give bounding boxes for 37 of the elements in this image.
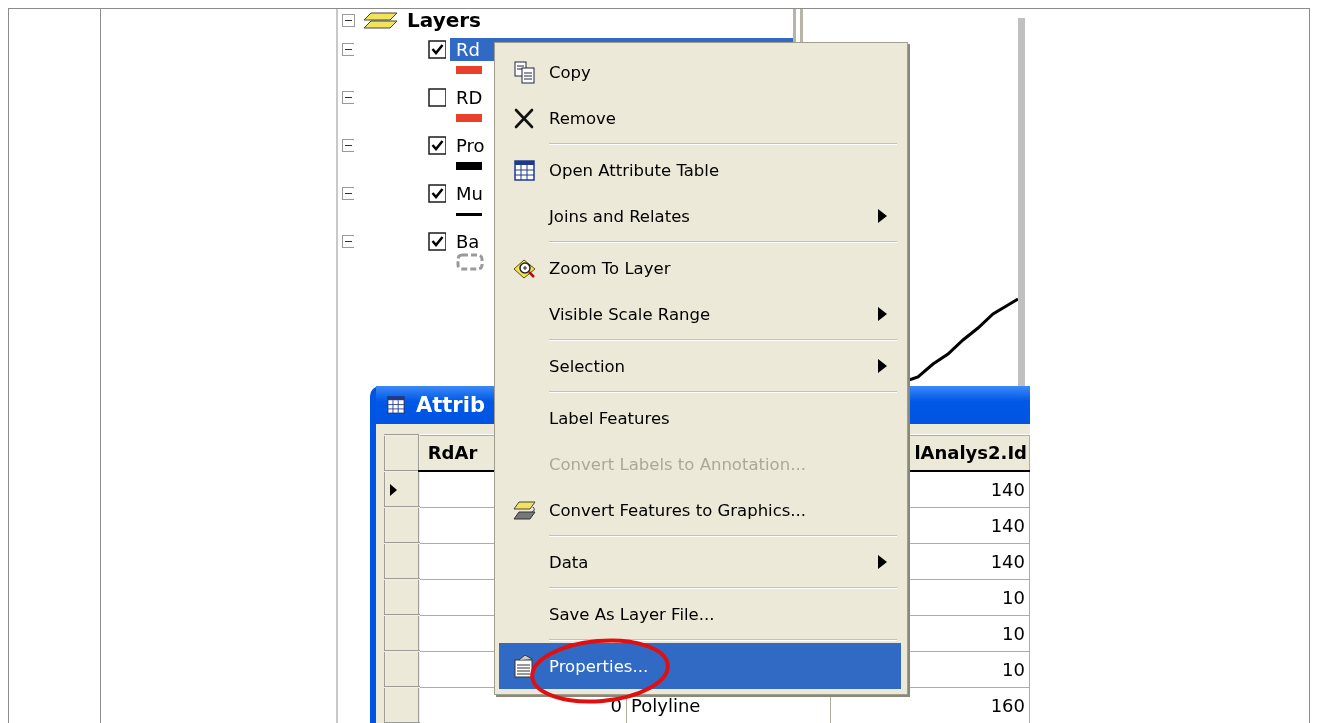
menu-item[interactable]: Selection [499,343,901,389]
window-title: Attrib [416,393,485,417]
collapse-icon[interactable] [342,13,355,27]
checkbox[interactable] [428,183,446,203]
row-selector[interactable] [385,471,419,507]
layer-name: Mu [456,181,483,205]
properties-icon [512,654,536,678]
menu-item[interactable]: Remove [499,95,901,141]
checkbox[interactable] [428,231,446,251]
checkbox[interactable] [428,39,446,59]
collapse-icon[interactable] [342,186,355,200]
checkbox[interactable] [428,87,446,107]
collapse-icon[interactable] [342,90,355,104]
table-icon [386,395,406,415]
collapse-icon[interactable] [342,42,355,56]
layers-icon [363,10,399,30]
layer-name: RD [456,85,483,109]
menu-item[interactable]: Joins and Relates [499,193,901,239]
checkbox[interactable] [428,135,446,155]
layer-name: Ba [456,229,480,253]
layers-convert-icon [512,498,536,522]
layer-name: Pro [456,133,485,157]
layer-name: Rd [456,37,480,61]
remove-icon [512,106,536,130]
table-icon [512,158,536,182]
layers-title: Layers [407,10,481,30]
column-header[interactable]: RdAr [427,442,478,464]
menu-item[interactable]: Label Features [499,395,901,441]
menu-item[interactable]: Open Attribute Table [499,147,901,193]
current-row-icon [390,483,397,496]
menu-item[interactable]: Properties... [499,643,901,689]
menu-item[interactable]: Copy [499,49,901,95]
menu-item[interactable]: Zoom To Layer [499,245,901,291]
collapse-icon[interactable] [342,234,355,248]
copy-icon [512,60,536,84]
menu-item[interactable]: Visible Scale Range [499,291,901,337]
collapse-icon[interactable] [342,138,355,152]
